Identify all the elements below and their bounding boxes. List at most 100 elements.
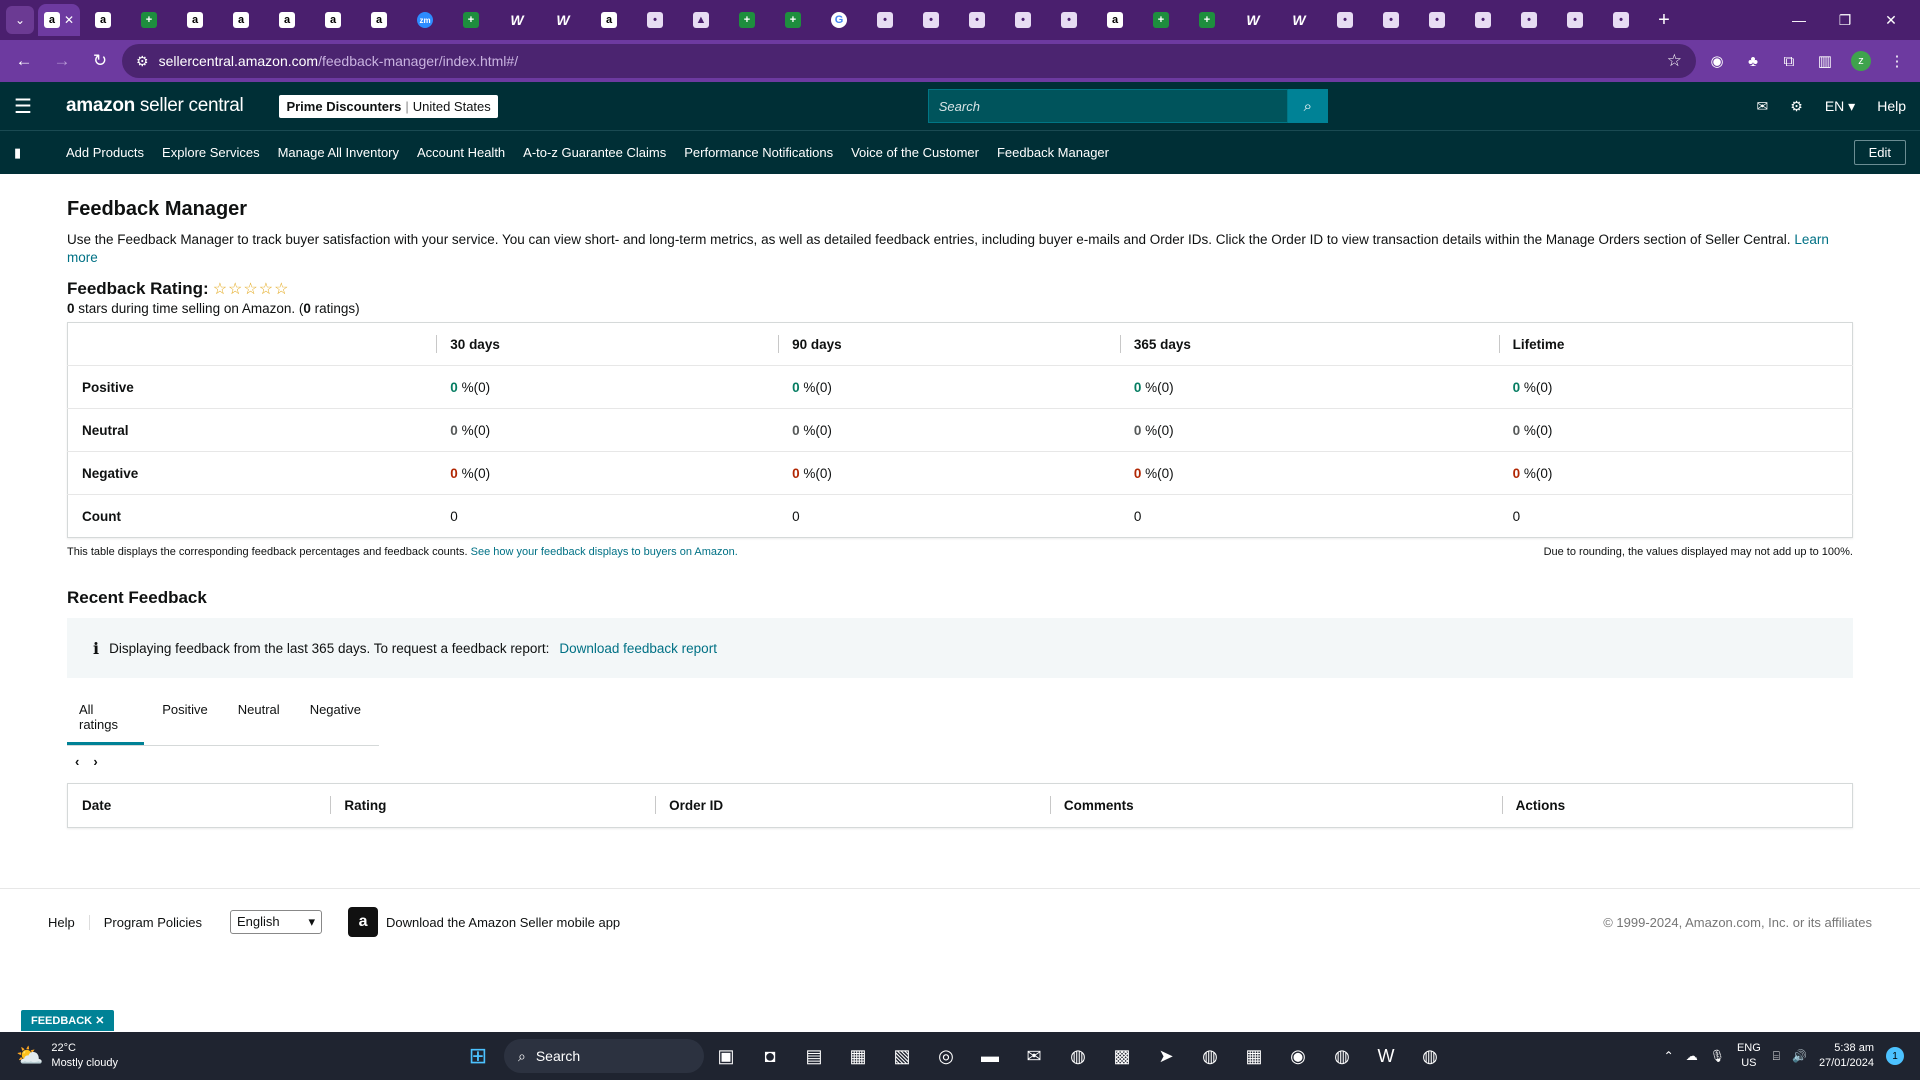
side-panel-icon[interactable]: ▥ — [1810, 46, 1840, 76]
browser-tab[interactable]: • — [862, 4, 908, 36]
column-header-rating[interactable]: Rating — [330, 784, 655, 828]
clock[interactable]: 5:38 am 27/01/2024 — [1819, 1041, 1874, 1071]
browser-tab[interactable]: + — [770, 4, 816, 36]
browser-tab[interactable]: • — [908, 4, 954, 36]
chrome-icon[interactable]: ◍ — [1320, 1036, 1364, 1076]
close-icon[interactable]: ✕ — [95, 1015, 104, 1027]
tab-neutral[interactable]: Neutral — [226, 692, 292, 745]
browser-tab[interactable]: W — [1276, 4, 1322, 36]
browser-tab[interactable]: W — [1230, 4, 1276, 36]
reload-icon[interactable]: ↻ — [84, 45, 116, 77]
taskbar-search[interactable]: ⌕ Search — [504, 1039, 704, 1073]
footer-help-link[interactable]: Help — [48, 914, 90, 930]
see-feedback-display-link[interactable]: See how your feedback displays to buyers… — [471, 546, 738, 558]
site-info-icon[interactable]: ⚙ — [136, 53, 149, 70]
browser-tab[interactable]: a ✕ — [38, 4, 80, 36]
task-view-icon[interactable]: ▣ — [704, 1036, 748, 1076]
word-icon[interactable]: W — [1364, 1036, 1408, 1076]
chevron-up-icon[interactable]: ⌃ — [1664, 1049, 1674, 1063]
browser-tab[interactable]: + — [1138, 4, 1184, 36]
chevron-left-icon[interactable]: ‹ — [75, 754, 79, 769]
browser-tab[interactable]: • — [1046, 4, 1092, 36]
browser-tab[interactable]: + — [448, 4, 494, 36]
volume-icon[interactable]: 🔊 — [1792, 1049, 1807, 1063]
browser-tab[interactable]: a — [218, 4, 264, 36]
close-tab-icon[interactable]: ✕ — [64, 13, 74, 27]
browser-tab[interactable]: + — [126, 4, 172, 36]
extensions-puzzle-icon[interactable]: ⧉ — [1774, 46, 1804, 76]
back-icon[interactable]: ← — [8, 45, 40, 77]
teams-icon[interactable]: ◘ — [748, 1036, 792, 1076]
browser-tab[interactable]: • — [1460, 4, 1506, 36]
browser-tab[interactable]: • — [1000, 4, 1046, 36]
browser-tab[interactable]: a — [310, 4, 356, 36]
app-icon[interactable]: ▦ — [836, 1036, 880, 1076]
mail-icon[interactable]: ✉ — [1012, 1036, 1056, 1076]
profile-button[interactable]: z — [1846, 46, 1876, 76]
tab-all-ratings[interactable]: All ratings — [67, 692, 145, 745]
browser-tab[interactable]: • — [1598, 4, 1644, 36]
browser-tab[interactable]: • — [1552, 4, 1598, 36]
browser-menu-icon[interactable]: ⋮ — [1882, 46, 1912, 76]
chevron-right-icon[interactable]: › — [93, 754, 97, 769]
tab-search-chevron-icon[interactable]: ⌄ — [6, 6, 34, 34]
chrome-icon[interactable]: ◍ — [1056, 1036, 1100, 1076]
browser-tab[interactable]: a — [356, 4, 402, 36]
forward-icon[interactable]: → — [46, 45, 78, 77]
amazon-seller-central-logo[interactable]: amazon seller central — [66, 95, 244, 117]
app-icon[interactable]: ▩ — [1100, 1036, 1144, 1076]
browser-tab[interactable]: zm — [402, 4, 448, 36]
browser-tab[interactable]: a — [586, 4, 632, 36]
minimize-icon[interactable]: — — [1776, 12, 1822, 29]
download-feedback-report-link[interactable]: Download feedback report — [559, 641, 717, 656]
browser-tab[interactable]: • — [1368, 4, 1414, 36]
bookmark-star-icon[interactable]: ☆ — [1667, 51, 1682, 71]
nav-link-feedback-manager[interactable]: Feedback Manager — [997, 145, 1109, 160]
tab-negative[interactable]: Negative — [298, 692, 373, 745]
browser-tab[interactable]: W — [494, 4, 540, 36]
browser-tab[interactable]: a — [264, 4, 310, 36]
close-window-icon[interactable]: ✕ — [1868, 12, 1914, 29]
zoom-icon[interactable]: ◉ — [1276, 1036, 1320, 1076]
browser-tab[interactable]: W — [540, 4, 586, 36]
nav-link-account-health[interactable]: Account Health — [417, 145, 505, 160]
browser-tab[interactable]: • — [1506, 4, 1552, 36]
nav-link-voice-of-customer[interactable]: Voice of the Customer — [851, 145, 979, 160]
search-input[interactable]: Search — [927, 89, 1288, 123]
mail-icon[interactable]: ✉ — [1757, 98, 1769, 115]
nav-link-performance-notifications[interactable]: Performance Notifications — [684, 145, 833, 160]
onedrive-icon[interactable]: ☁ — [1686, 1049, 1698, 1063]
store-selector[interactable]: Prime Discounters | United States — [279, 94, 498, 118]
edit-nav-button[interactable]: Edit — [1853, 140, 1906, 165]
hamburger-menu-icon[interactable]: ☰ — [14, 94, 50, 119]
nav-link-a-to-z-claims[interactable]: A-to-z Guarantee Claims — [523, 145, 666, 160]
input-language[interactable]: ENG US — [1737, 1041, 1761, 1071]
browser-tab[interactable]: + — [724, 4, 770, 36]
gear-icon[interactable]: ⚙ — [1790, 98, 1803, 115]
browser-tab[interactable]: + — [1184, 4, 1230, 36]
browser-tab[interactable]: • — [1414, 4, 1460, 36]
mobile-app-download[interactable]: a Download the Amazon Seller mobile app — [348, 907, 620, 937]
calculator-icon[interactable]: ▦ — [1232, 1036, 1276, 1076]
address-bar[interactable]: ⚙ sellercentral.amazon.com/feedback-mana… — [122, 44, 1696, 78]
language-selector[interactable]: EN ▾ — [1825, 98, 1855, 115]
nav-link-manage-inventory[interactable]: Manage All Inventory — [278, 145, 399, 160]
feedback-tab-button[interactable]: FEEDBACK ✕ — [21, 1010, 115, 1031]
browser-tab[interactable]: • — [1322, 4, 1368, 36]
microphone-icon[interactable]: 🎙 — [1710, 1049, 1725, 1063]
extension-icon[interactable]: ♣ — [1738, 46, 1768, 76]
notification-badge[interactable]: 1 — [1886, 1047, 1904, 1065]
windows-start-icon[interactable]: ⊞ — [460, 1038, 496, 1074]
browser-tab[interactable]: a — [1092, 4, 1138, 36]
new-tab-button[interactable]: + — [1648, 9, 1680, 32]
browser-tab[interactable]: G — [816, 4, 862, 36]
store-icon[interactable]: ▤ — [792, 1036, 836, 1076]
chrome-icon[interactable]: ◍ — [1408, 1036, 1452, 1076]
network-icon[interactable]: ⌸ — [1773, 1049, 1780, 1064]
bookmark-icon[interactable]: ▮ — [14, 145, 66, 161]
column-header-order-id[interactable]: Order ID — [655, 784, 1050, 828]
nav-link-explore-services[interactable]: Explore Services — [162, 145, 260, 160]
telegram-icon[interactable]: ➤ — [1144, 1036, 1188, 1076]
chrome-icon[interactable]: ◍ — [1188, 1036, 1232, 1076]
restore-icon[interactable]: ❐ — [1822, 12, 1868, 29]
